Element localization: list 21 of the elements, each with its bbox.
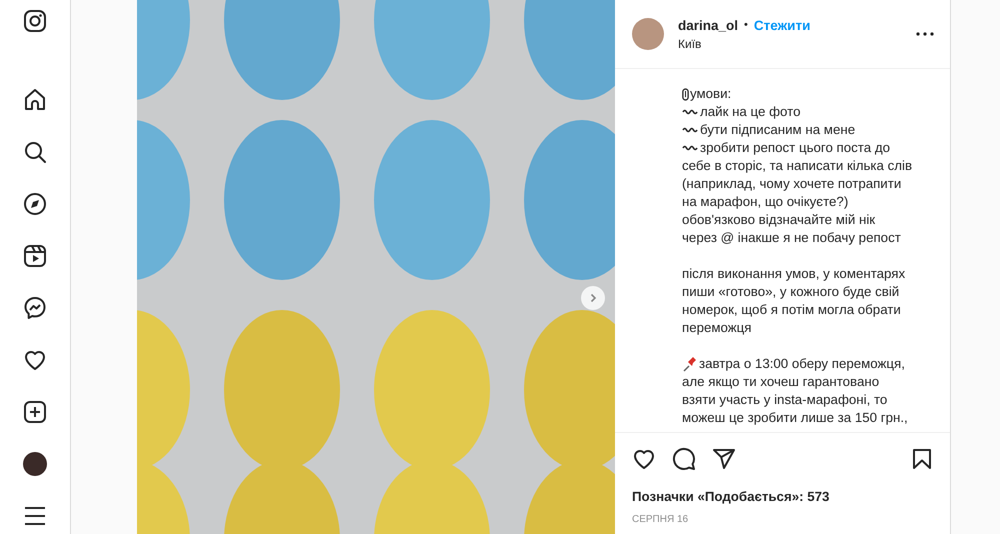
location-link[interactable]: Київ <box>678 36 902 50</box>
likes-count[interactable]: Позначки «Подобається»: 573 <box>615 479 950 510</box>
caption-text: після виконання умов, у коментарях <box>682 265 906 283</box>
caption-text: номерок, щоб я потім могла обрати <box>682 301 901 319</box>
caption-text: зробити репост цього поста до <box>700 139 890 157</box>
caption-text: на марафон, що очікуєте?) <box>682 193 848 211</box>
separator-dot: • <box>744 19 748 31</box>
caption-text: бути підписаним на мене <box>700 121 856 139</box>
caption-text: завтра о 13:00 оберу переможця, <box>699 355 905 373</box>
caption-text: через @ інакше я не побачу репост <box>682 229 901 247</box>
caption-text: обов'язково відзначайте мій нік <box>682 211 876 229</box>
username-link[interactable]: darina_ol <box>678 18 738 32</box>
caption-text: взяти участь у insta-марафоні, то <box>682 391 888 409</box>
caption-text: пиши «готово», у кожного буде свій <box>682 283 900 301</box>
caption-text: переможця <box>682 319 752 337</box>
caption-text: але якщо ти хочеш гарантовано <box>682 373 880 391</box>
caption-text: (наприклад, чому хочете потрапити <box>682 175 902 193</box>
caption-text: себе в сторіс, та написати кілька слів <box>682 157 912 175</box>
caption-text: можеш це зробити лише за 150 грн., <box>682 409 908 427</box>
caption-text: лайк на це фото <box>700 103 800 121</box>
caption-text: умови: <box>690 85 732 103</box>
